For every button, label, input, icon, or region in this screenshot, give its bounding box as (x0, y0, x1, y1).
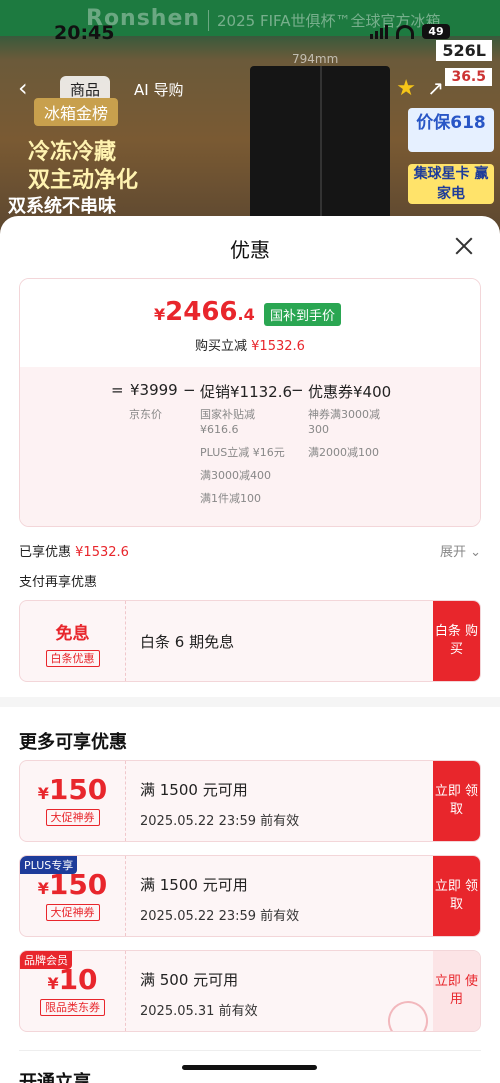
status-icons: 49 (370, 24, 450, 39)
open-benefits-title: 开通立享 (19, 1072, 91, 1083)
more-discounts-title: 更多可享优惠 (19, 732, 127, 753)
price-protect-badge: 价保618 (408, 108, 494, 152)
pay-section-title: 支付再享优惠 (19, 575, 98, 590)
coupon-card: ¥150 大促神券 满 1500 元可用 2025.05.22 23:59 前有… (19, 760, 481, 842)
coupon-body: 满 500 元可用 2025.05.31 前有效 (140, 951, 258, 1031)
save-value: ¥1532.6 (251, 339, 305, 354)
promo-detail: 国家补贴减 ¥616.6 (200, 408, 255, 436)
section-divider-line (19, 1050, 481, 1051)
share-icon[interactable]: ↗ (427, 76, 444, 100)
subsidy-price-tag: 国补到手价 (264, 303, 342, 326)
enjoyed-label: 已享优惠 (19, 545, 72, 560)
coupon-left: 免息 白条优惠 (20, 601, 126, 681)
claim-button[interactable]: 立即 领取 (433, 761, 480, 841)
coupon-tag: 白条优惠 (45, 650, 100, 667)
coupon-value: 150 (48, 773, 108, 806)
expand-label: 展开 (439, 545, 466, 560)
final-price: ¥ 2466 .4 (154, 297, 255, 327)
status-time: 20:45 (54, 22, 115, 44)
formula-promo: 促销¥1132.6 (200, 383, 293, 401)
wifi-icon (396, 24, 414, 39)
enjoyed-discount: 已享优惠 ¥1532.6 (19, 541, 129, 560)
coupon-card: 品牌会员 ¥10 限品类东券 满 500 元可用 2025.05.31 前有效 … (19, 950, 481, 1032)
coupon-validity: 2025.05.22 23:59 前有效 (140, 814, 300, 829)
dimension-label: 794mm (292, 52, 339, 66)
formula-equals: = (111, 381, 124, 399)
coupon-validity: 2025.05.31 前有效 (140, 1004, 258, 1019)
coupon-body: 满 1500 元可用 2025.05.22 23:59 前有效 (140, 856, 299, 936)
coupon-validity: 2025.05.22 23:59 前有效 (140, 909, 300, 924)
signal-icon (370, 24, 388, 39)
back-icon[interactable]: ‹ (18, 76, 38, 100)
coupon-body: 白条 6 期免息 (140, 601, 234, 681)
section-divider (0, 697, 500, 707)
coupon-left: ¥150 大促神券 (20, 761, 126, 841)
baitiao-coupon: 免息 白条优惠 白条 6 期免息 白条 购买 (19, 600, 481, 682)
expand-button[interactable]: 展开 ⌄ (440, 541, 481, 560)
price-formula-area: = ¥3999 − 促销¥1132.6 − 优惠券¥400 京东价 国家补贴减 … (20, 367, 480, 526)
coupon-amount: ¥150 (20, 773, 125, 806)
coupon-tag: 大促神券 (45, 904, 100, 921)
discount-sheet: 优惠 ¥ 2466 .4 国补到手价 购买立减 ¥1532.6 = ¥3999 … (0, 216, 500, 1083)
formula-minus: − (291, 381, 304, 399)
star-card-badge: 集球星卡 赢家电 (408, 164, 494, 204)
coupon-detail: 满2000减100 (308, 446, 379, 459)
product-page-background: Ronshen 2025 FIFA世俱杯™全球官方冰箱 20:45 49 ‹ 商… (0, 0, 500, 240)
chevron-down-icon: ⌄ (470, 545, 481, 560)
home-indicator[interactable] (182, 1065, 317, 1070)
coupon-interest-free: 免息 (55, 624, 90, 644)
promo-detail: 满1件减100 (200, 492, 261, 505)
coupon-amount: ¥150 (20, 868, 125, 901)
price-currency: ¥ (154, 305, 166, 324)
coupon-condition: 满 1500 元可用 (140, 876, 248, 894)
claim-button[interactable]: 立即 领取 (433, 856, 480, 936)
tab-ai-guide[interactable]: AI 导购 (124, 76, 193, 103)
base-price-label: 京东价 (129, 408, 162, 421)
promo-details: 国家补贴减 ¥616.6 PLUS立减 ¥16元 满3000减400 满1件减1… (200, 407, 290, 514)
coupon-body: 满 1500 元可用 2025.05.22 23:59 前有效 (140, 761, 299, 841)
coupon-value: 10 (58, 963, 98, 996)
promo-detail: 满3000减400 (200, 469, 271, 482)
coupon-amount: ¥10 (20, 963, 125, 996)
coupon-desc: 白条 6 期免息 (140, 633, 235, 651)
price-decimal: .4 (237, 305, 255, 324)
formula-coupon: 优惠券¥400 (308, 383, 392, 401)
coupon-currency: ¥ (37, 879, 49, 898)
fridge-image (250, 66, 390, 240)
formula-minus: − (183, 381, 196, 399)
enjoyed-value: ¥1532.6 (75, 545, 129, 560)
feature-line-3: 双系统不串味 (8, 196, 116, 217)
close-icon[interactable] (452, 234, 476, 258)
sheet-title: 优惠 (230, 238, 270, 262)
use-button[interactable]: 立即 使用 (433, 951, 480, 1031)
promo-detail: PLUS立减 ¥16元 (200, 446, 285, 459)
coupon-condition: 满 500 元可用 (140, 971, 239, 989)
coupon-currency: ¥ (37, 784, 49, 803)
formula-base-price: ¥3999 (130, 381, 178, 399)
coupon-card: PLUS专享 ¥150 大促神券 满 1500 元可用 2025.05.22 2… (19, 855, 481, 937)
price-integer: 2466 (165, 297, 238, 327)
energy-badge: 36.5 (445, 68, 492, 86)
coupon-detail: 神券满3000减 300 (308, 408, 380, 436)
battery-icon: 49 (422, 24, 450, 39)
coupon-value: 150 (48, 868, 108, 901)
coupon-tag: 限品类东券 (40, 999, 105, 1016)
baitiao-buy-button[interactable]: 白条 购买 (433, 601, 480, 681)
coupon-condition: 满 1500 元可用 (140, 781, 248, 799)
coupon-left: ¥150 大促神券 (20, 856, 126, 936)
coupon-currency: ¥ (47, 974, 59, 993)
claimed-stamp-icon (382, 995, 434, 1031)
save-label: 购买立减 (195, 339, 248, 354)
favorite-star-icon[interactable]: ★ (396, 76, 416, 101)
feature-line-2: 双主动净化 (28, 168, 139, 193)
rank-badge: 冰箱金榜 (34, 98, 119, 126)
coupon-tag: 大促神券 (45, 809, 100, 826)
price-breakdown-card: ¥ 2466 .4 国补到手价 购买立减 ¥1532.6 = ¥3999 − 促… (19, 278, 481, 527)
capacity-badge: 526L (436, 40, 492, 61)
coupon-left: ¥10 限品类东券 (20, 951, 126, 1031)
coupon-details: 神券满3000减 300 满2000减100 (308, 407, 398, 468)
instant-save-line: 购买立减 ¥1532.6 (195, 335, 305, 354)
